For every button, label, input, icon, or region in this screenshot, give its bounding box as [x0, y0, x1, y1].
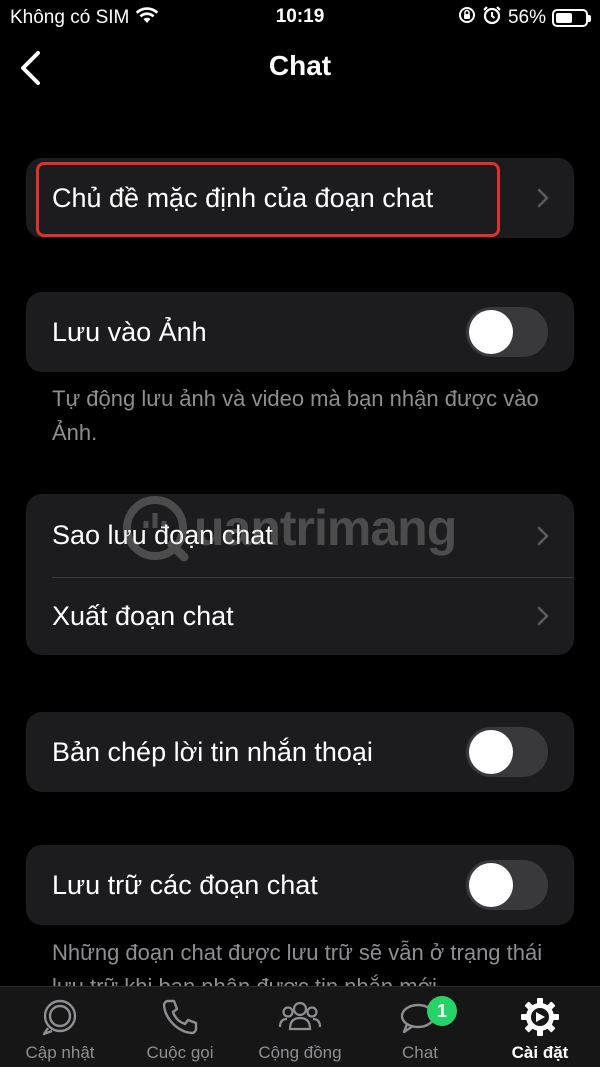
tab-label: Chat	[402, 1043, 438, 1062]
alarm-icon	[482, 5, 502, 31]
page-title: Chat	[268, 50, 332, 81]
phone-icon	[162, 999, 198, 1035]
tab-label: Cập nhật	[25, 1043, 95, 1062]
default-theme-row[interactable]: Chủ đề mặc định của đoạn chat	[26, 158, 574, 238]
save-photos-group: Lưu vào Ảnh	[26, 292, 574, 372]
communities-icon	[278, 1001, 322, 1031]
save-to-photos-footer: Tự động lưu ảnh và video mà bạn nhận đượ…	[52, 386, 539, 445]
archive-group: Lưu trữ các đoạn chat	[26, 845, 574, 925]
chevron-right-icon	[537, 188, 549, 208]
tab-communities[interactable]: Cộng đồng	[240, 987, 360, 1067]
theme-group: Chủ đề mặc định của đoạn chat	[26, 158, 574, 238]
orientation-lock-icon	[458, 6, 476, 30]
unread-badge: 1	[427, 996, 457, 1026]
archive-row: Lưu trữ các đoạn chat	[26, 845, 574, 925]
battery-level	[556, 13, 572, 23]
backup-label: Sao lưu đoạn chat	[52, 520, 273, 550]
export-row[interactable]: Xuất đoạn chat	[26, 577, 574, 655]
tab-label: Cộng đồng	[258, 1043, 342, 1062]
backup-row[interactable]: Sao lưu đoạn chat	[26, 494, 574, 577]
toggle-knob	[469, 730, 513, 774]
status-bar: Không có SIM 10:19 56%	[0, 0, 600, 34]
default-theme-label: Chủ đề mặc định của đoạn chat	[52, 182, 434, 213]
toggle-knob	[469, 310, 513, 354]
navigation-bar: Chat	[0, 40, 600, 96]
save-to-photos-toggle[interactable]	[466, 307, 548, 357]
voice-transcripts-label: Bản chép lời tin nhắn thoại	[52, 736, 373, 767]
tab-calls[interactable]: Cuộc gọi	[120, 987, 240, 1067]
save-to-photos-label: Lưu vào Ảnh	[52, 316, 207, 347]
save-to-photos-row: Lưu vào Ảnh	[26, 292, 574, 372]
updates-icon	[42, 999, 77, 1036]
battery-percent: 56%	[507, 7, 546, 28]
voice-transcripts-row: Bản chép lời tin nhắn thoại	[26, 712, 574, 792]
export-label: Xuất đoạn chat	[52, 600, 234, 631]
settings-gear-icon	[521, 998, 559, 1036]
status-right: 56%	[458, 5, 591, 31]
tab-label: Cuộc gọi	[146, 1043, 214, 1062]
voice-transcripts-group: Bản chép lời tin nhắn thoại	[26, 712, 574, 792]
tab-label: Cài đặt	[511, 1043, 569, 1062]
toggle-knob	[469, 863, 513, 907]
chevron-right-icon	[537, 606, 549, 626]
archive-label: Lưu trữ các đoạn chat	[52, 869, 318, 900]
voice-transcripts-toggle[interactable]	[466, 727, 548, 777]
tab-chat[interactable]: 1 Chat	[360, 987, 480, 1067]
battery-icon	[552, 9, 591, 27]
tab-updates[interactable]: Cập nhật	[0, 987, 120, 1067]
tab-settings[interactable]: Cài đặt	[480, 987, 600, 1067]
archive-toggle[interactable]	[466, 860, 548, 910]
chevron-right-icon	[537, 526, 549, 545]
backup-export-group: Sao lưu đoạn chat Xuất đoạn chat	[26, 494, 574, 655]
tab-bar: Cập nhật Cuộc gọi Cộng đồng 1 Chat Cài đ…	[0, 986, 600, 1067]
